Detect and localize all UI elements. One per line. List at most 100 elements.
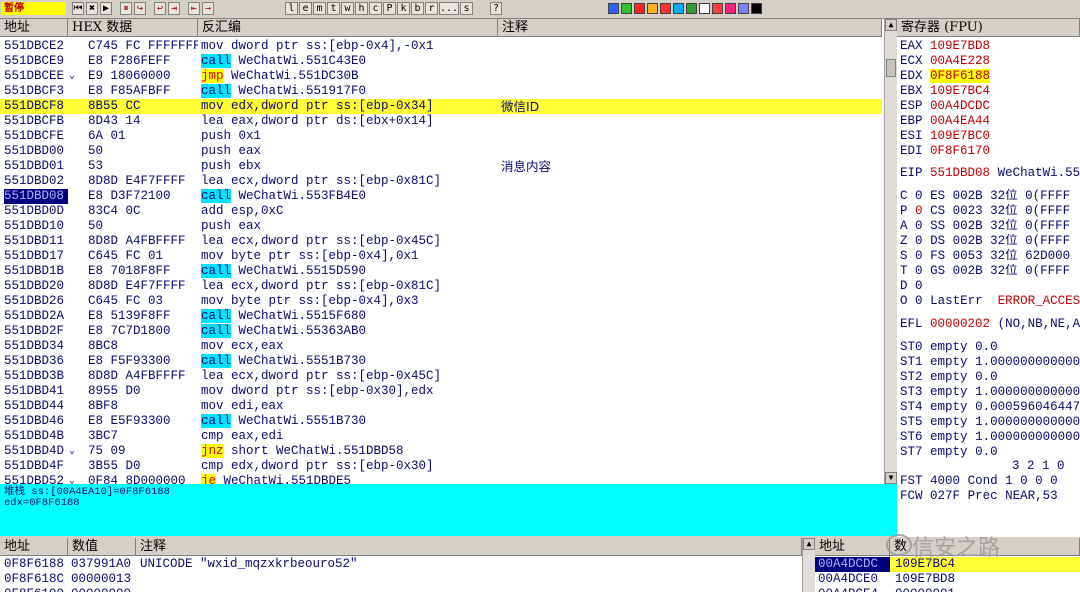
toolbar-button-icon[interactable]: ↪ [134, 2, 146, 15]
fpu-status-word[interactable]: FST 4000 Cond 1 0 0 0 [900, 474, 1080, 489]
flag-row[interactable]: T 0 GS 002B 32位 0(FFFF [900, 264, 1080, 279]
fpu-register[interactable]: ST0 empty 0.0 [900, 340, 1080, 355]
toolbar-window-button[interactable]: e [299, 2, 312, 15]
disasm-row[interactable]: 551DBD02 8D8D E4F7FFFF lea ecx,dword ptr s… [0, 174, 882, 189]
toolbar-window-button[interactable]: P [383, 2, 396, 15]
help-icon[interactable]: ? [490, 2, 502, 15]
disasm-row[interactable]: 551DBD46 E8 E5F93300 call WeChatWi.5551B73… [0, 414, 882, 429]
toolbar-button-icon[interactable]: ▶ [100, 2, 112, 15]
stack-header-address[interactable]: 地址 [815, 538, 890, 556]
plugin-icon[interactable] [608, 3, 619, 14]
disasm-row[interactable]: 551DBD10 50 push eax [0, 219, 882, 234]
register-ecx[interactable]: ECX 00A4E228 [900, 54, 1080, 69]
toolbar-window-button[interactable]: w [341, 2, 354, 15]
register-esp[interactable]: ESP 00A4DCDC [900, 99, 1080, 114]
register-edx[interactable]: EDX 0F8F6188 [900, 69, 1080, 84]
disasm-row[interactable]: 551DBD2A E8 5139F8FF call WeChatWi.5515F68… [0, 309, 882, 324]
disasm-row[interactable]: 551DBD08 E8 D3F72100 call WeChatWi.553FB4E… [0, 189, 882, 204]
column-header-address[interactable]: 地址 [0, 19, 68, 37]
plugin-icon[interactable] [634, 3, 645, 14]
disasm-row[interactable]: 551DBD44 8BF8 mov edi,eax [0, 399, 882, 414]
toolbar-button-icon[interactable]: ↩ [154, 2, 166, 15]
plugin-icon[interactable] [725, 3, 736, 14]
dump-header-comment[interactable]: 注释 [136, 538, 802, 556]
disasm-row[interactable]: 551DBD52 ⌄ 0F84 8D000000 je WeChatWi.551DBD… [0, 474, 882, 484]
disasm-row[interactable]: 551DBCE2 C745 FC FFFFFFFF mov dword ptr ss… [0, 39, 882, 54]
flag-row[interactable]: O 0 LastErr ERROR_ACCES [900, 294, 1080, 309]
disassembly-scrollbar[interactable]: ▲ ▼ [884, 19, 897, 484]
fpu-register[interactable]: ST4 empty 0.000596046447 [900, 400, 1080, 415]
disasm-row[interactable]: 551DBD01 53 push ebx 消息内容 [0, 159, 882, 174]
column-header-comment[interactable]: 注释 [498, 19, 882, 37]
column-header-disassembly[interactable]: 反汇编 [198, 19, 498, 37]
disasm-row[interactable]: 551DBD4F 3B55 D0 cmp edx,dword ptr ss:[ebp… [0, 459, 882, 474]
plugin-icon[interactable] [699, 3, 710, 14]
dump-header-address[interactable]: 地址 [0, 538, 68, 556]
disasm-row[interactable]: 551DBD4B 3BC7 cmp eax,edi [0, 429, 882, 444]
flag-row[interactable]: D 0 [900, 279, 1080, 294]
toolbar-window-button[interactable]: m [313, 2, 326, 15]
disasm-row[interactable]: 551DBD00 50 push eax [0, 144, 882, 159]
scroll-up-icon[interactable]: ▲ [885, 19, 897, 31]
plugin-icon[interactable] [621, 3, 632, 14]
disasm-row[interactable]: 551DBD0D 83C4 0C add esp,0xC [0, 204, 882, 219]
toolbar-window-button[interactable]: b [411, 2, 424, 15]
disasm-row[interactable]: 551DBD2F E8 7C7D1800 call WeChatWi.55363AB… [0, 324, 882, 339]
disasm-row[interactable]: 551DBCFE 6A 01 push 0x1 [0, 129, 882, 144]
disasm-row[interactable]: 551DBD20 8D8D E4F7FFFF lea ecx,dword ptr s… [0, 279, 882, 294]
disasm-row[interactable]: 551DBD3B 8D8D A4FBFFFF lea ecx,dword ptr s… [0, 369, 882, 384]
fpu-register[interactable]: ST7 empty 0.0 [900, 445, 1080, 460]
register-edi[interactable]: EDI 0F8F6170 [900, 144, 1080, 159]
toolbar-window-button[interactable]: h [355, 2, 368, 15]
stack-row[interactable]: 00A4DCE4 00000001 [815, 587, 1080, 592]
flag-row[interactable]: Z 0 DS 002B 32位 0(FFFF [900, 234, 1080, 249]
flag-row[interactable]: P 0 CS 0023 32位 0(FFFF [900, 204, 1080, 219]
toolbar-window-button[interactable]: k [397, 2, 410, 15]
scroll-up-icon[interactable]: ▲ [803, 538, 815, 550]
disasm-row[interactable]: 551DBCF3 E8 F85AFBFF call WeChatWi.551917F… [0, 84, 882, 99]
register-ebp[interactable]: EBP 00A4EA44 [900, 114, 1080, 129]
disasm-row[interactable]: 551DBD41 8955 D0 mov dword ptr ss:[ebp-0x3… [0, 384, 882, 399]
register-eax[interactable]: EAX 109E7BD8 [900, 39, 1080, 54]
disasm-row[interactable]: 551DBD11 8D8D A4FBFFFF lea ecx,dword ptr s… [0, 234, 882, 249]
toolbar-window-button[interactable]: r [425, 2, 438, 15]
plugin-icon[interactable] [647, 3, 658, 14]
toolbar-window-button[interactable]: t [327, 2, 340, 15]
disasm-row[interactable]: 551DBD36 E8 F5F93300 call WeChatWi.5551B73… [0, 354, 882, 369]
fpu-control-word[interactable]: FCW 027F Prec NEAR,53 [900, 489, 1080, 504]
plugin-icon[interactable] [660, 3, 671, 14]
toolbar-window-button[interactable]: l [285, 2, 298, 15]
toolbar-window-button[interactable]: ... [439, 2, 459, 15]
register-esi[interactable]: ESI 109E7BC0 [900, 129, 1080, 144]
disasm-row[interactable]: 551DBCE9 E8 F286FEFF call WeChatWi.551C43E… [0, 54, 882, 69]
register-eip[interactable]: EIP 551DBD08 WeChatWi.55 [900, 166, 1080, 181]
disasm-row[interactable]: 551DBD4D ⌄ 75 09 jnz short WeChatWi.551DBD5… [0, 444, 882, 459]
disasm-row[interactable]: 551DBCF8 8B55 CC mov edx,dword ptr ss:[ebp… [0, 99, 882, 114]
dump-row[interactable]: 0F8F618C 00000013 [0, 572, 800, 587]
toolbar-window-button[interactable]: c [369, 2, 382, 15]
disasm-row[interactable]: 551DBCFB 8D43 14 lea eax,dword ptr ds:[ebx… [0, 114, 882, 129]
fpu-register[interactable]: ST3 empty 1.000000000000 [900, 385, 1080, 400]
dump-header-value[interactable]: 数值 [68, 538, 136, 556]
disasm-row[interactable]: 551DBD34 8BC8 mov ecx,eax [0, 339, 882, 354]
register-efl[interactable]: EFL 00000202 (NO,NB,NE,A [900, 317, 1080, 332]
scroll-down-icon[interactable]: ▼ [885, 472, 897, 484]
toolbar-button-icon[interactable]: → [202, 2, 214, 15]
stack-row[interactable]: 00A4DCE0 109E7BD8 [815, 572, 1080, 587]
plugin-icon[interactable] [712, 3, 723, 14]
flag-row[interactable]: S 0 FS 0053 32位 62D000 [900, 249, 1080, 264]
column-header-hex[interactable]: HEX 数据 [68, 19, 198, 37]
disasm-row[interactable]: 551DBD17 C645 FC 01 mov byte ptr ss:[ebp-0… [0, 249, 882, 264]
scroll-thumb[interactable] [886, 59, 896, 77]
flag-row[interactable]: A 0 SS 002B 32位 0(FFFF [900, 219, 1080, 234]
plugin-icon[interactable] [686, 3, 697, 14]
toolbar-window-button[interactable]: s [460, 2, 473, 15]
plugin-icon[interactable] [673, 3, 684, 14]
plugin-icon[interactable] [738, 3, 749, 14]
dump-scrollbar[interactable]: ▲ [802, 538, 815, 592]
fpu-register[interactable]: ST6 empty 1.000000000000 [900, 430, 1080, 445]
flag-row[interactable]: C 0 ES 002B 32位 0(FFFF [900, 189, 1080, 204]
toolbar-button-icon[interactable]: ⏮ [72, 2, 84, 15]
toolbar-button-icon[interactable]: ⏸ [120, 2, 132, 15]
toolbar-button-icon[interactable]: ⇥ [168, 2, 180, 15]
